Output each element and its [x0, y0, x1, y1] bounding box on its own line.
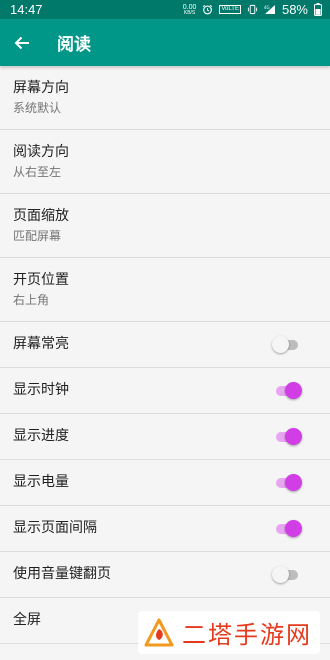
setting-summary: 右上角	[13, 293, 50, 307]
setting-page-scale[interactable]: 页面缩放 匹配屏幕	[0, 194, 330, 258]
battery-icon	[314, 3, 322, 16]
watermark: 二塔手游网	[138, 611, 320, 654]
switch-thumb	[285, 519, 302, 537]
switch-thumb	[285, 381, 302, 399]
net-speed: 0.00 KB/S	[183, 4, 197, 16]
switch-thumb	[285, 427, 302, 445]
settings-list: 屏幕方向 系统默认 阅读方向 从右至左 页面缩放 匹配屏幕 开页位置 右上角 屏…	[0, 66, 330, 644]
watermark-text: 二塔手游网	[182, 621, 312, 649]
watermark-logo-icon	[144, 618, 174, 648]
setting-title: 显示进度	[13, 428, 69, 444]
setting-summary: 从右至左	[13, 165, 62, 179]
show-page-gap-switch[interactable]	[272, 519, 302, 539]
setting-title: 开页位置	[13, 272, 69, 288]
arrow-left-icon	[14, 35, 30, 51]
keep-screen-on-switch[interactable]	[272, 335, 302, 355]
switch-thumb	[285, 473, 302, 491]
setting-title: 阅读方向	[13, 144, 69, 160]
status-bar: 14:47 0.00 KB/S VoLTE 4G 58%	[0, 0, 330, 19]
setting-title: 屏幕常亮	[13, 336, 69, 352]
status-icons: 0.00 KB/S VoLTE 4G 58%	[183, 2, 322, 17]
svg-text:4G: 4G	[264, 5, 270, 10]
battery-percent: 58%	[281, 2, 308, 17]
setting-summary: 系统默认	[13, 101, 62, 115]
switch-thumb	[272, 335, 289, 353]
setting-title: 显示电量	[13, 474, 69, 490]
volte-badge: VoLTE	[219, 5, 241, 14]
show-progress-switch[interactable]	[272, 427, 302, 447]
setting-screen-orientation[interactable]: 屏幕方向 系统默认	[0, 66, 330, 130]
setting-title: 显示时钟	[13, 382, 69, 398]
setting-show-progress[interactable]: 显示进度	[0, 414, 330, 460]
setting-show-battery[interactable]: 显示电量	[0, 460, 330, 506]
setting-title: 页面缩放	[13, 208, 69, 224]
setting-title: 全屏	[13, 612, 41, 628]
app-bar: 阅读	[0, 19, 330, 66]
show-battery-switch[interactable]	[272, 473, 302, 493]
net-speed-unit: KB/S	[183, 9, 196, 16]
back-button[interactable]	[0, 19, 44, 66]
status-time: 14:47	[10, 2, 43, 17]
show-clock-switch[interactable]	[272, 381, 302, 401]
setting-keep-screen-on[interactable]: 屏幕常亮	[0, 322, 330, 368]
vibrate-icon	[247, 4, 258, 15]
setting-title: 使用音量键翻页	[13, 566, 111, 582]
setting-title: 屏幕方向	[13, 80, 69, 96]
setting-volume-key-paging[interactable]: 使用音量键翻页	[0, 552, 330, 598]
switch-thumb	[272, 565, 289, 583]
setting-title: 显示页面间隔	[13, 520, 97, 536]
setting-reading-direction[interactable]: 阅读方向 从右至左	[0, 130, 330, 194]
setting-start-position[interactable]: 开页位置 右上角	[0, 258, 330, 322]
page-title: 阅读	[57, 35, 91, 55]
setting-show-clock[interactable]: 显示时钟	[0, 368, 330, 414]
setting-show-page-gap[interactable]: 显示页面间隔	[0, 506, 330, 552]
alarm-icon	[202, 4, 213, 15]
volume-key-paging-switch[interactable]	[272, 565, 302, 585]
signal-icon: 4G	[264, 4, 276, 15]
setting-summary: 匹配屏幕	[13, 229, 62, 243]
